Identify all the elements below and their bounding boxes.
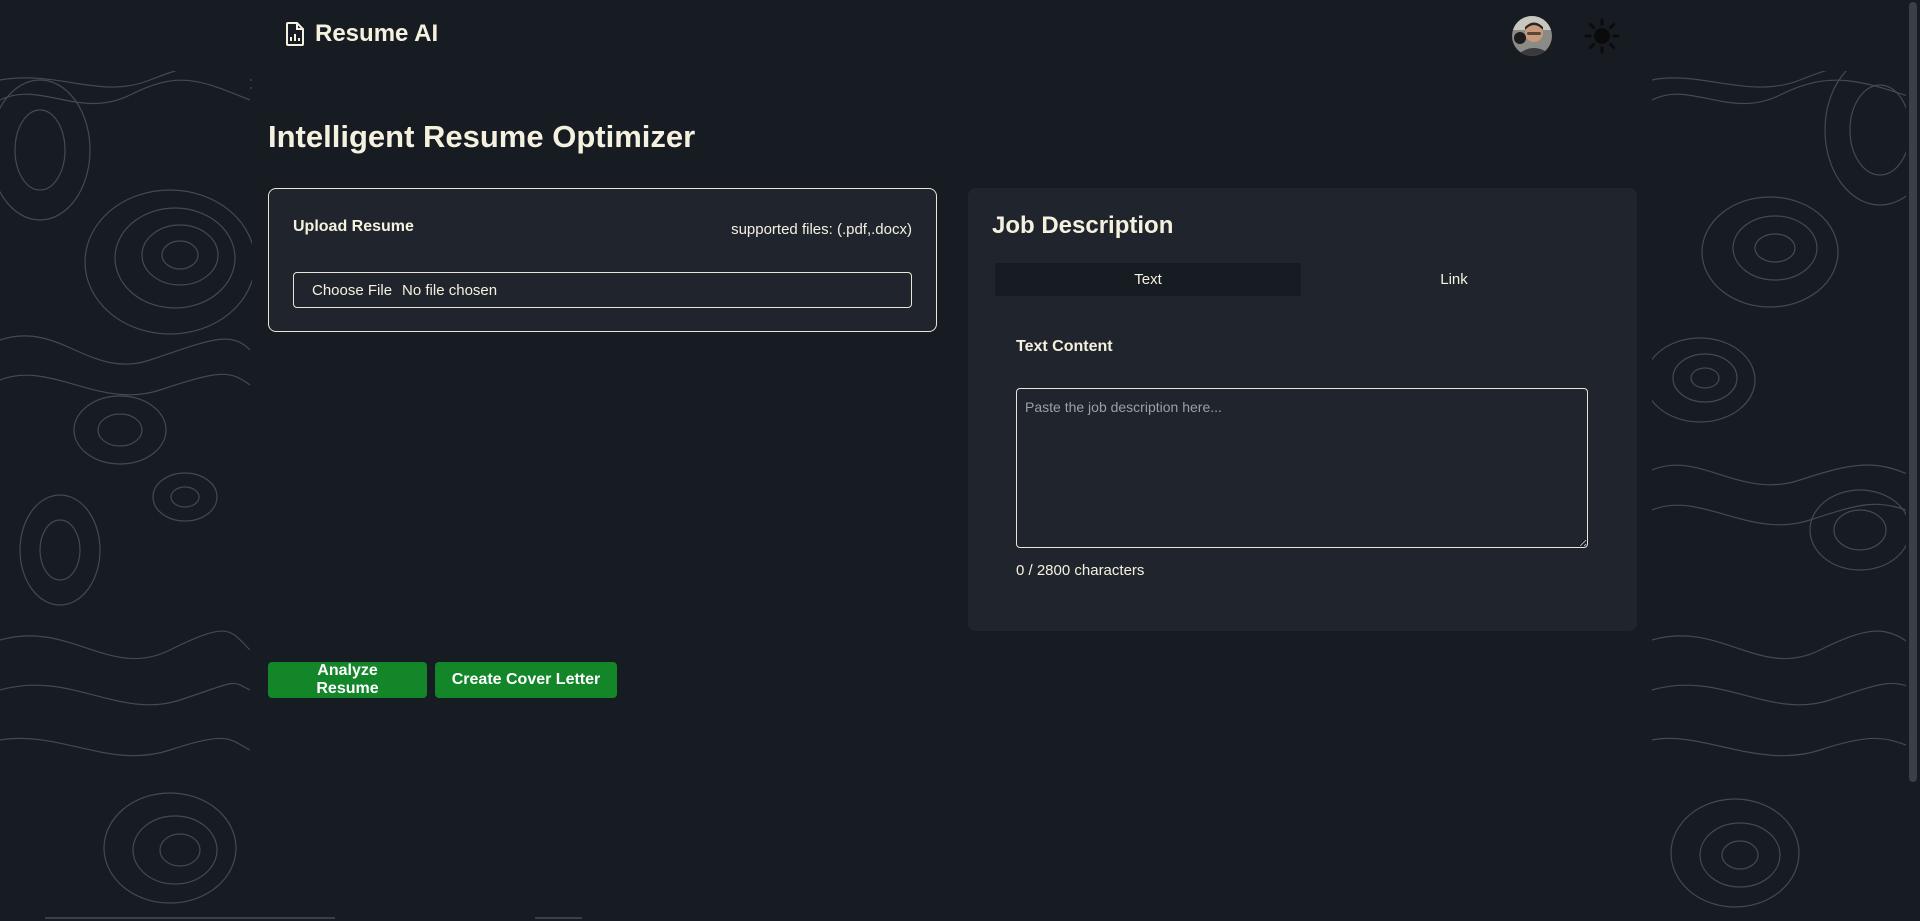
bottom-scroll-indicator-2 [535, 917, 582, 919]
file-status: No file chosen [402, 281, 498, 299]
job-description-tabs: Text Link [995, 263, 1607, 296]
text-content-label: Text Content [1016, 338, 1113, 355]
bottom-scroll-indicator [45, 917, 335, 919]
analyze-resume-button[interactable]: Analyze Resume [268, 662, 427, 698]
user-avatar[interactable] [1512, 16, 1552, 56]
page-title: Intelligent Resume Optimizer [268, 119, 696, 154]
create-cover-letter-button[interactable]: Create Cover Letter [435, 662, 617, 698]
choose-file-button[interactable]: Choose File [312, 282, 392, 299]
job-description-title: Job Description [992, 212, 1174, 239]
resume-file-input[interactable]: Choose File No file chosen [293, 272, 912, 308]
sun-icon [1584, 18, 1620, 54]
app-name: Resume AI [315, 20, 439, 47]
top-header: Resume AI [0, 0, 1920, 71]
app-logo[interactable]: Resume AI [285, 20, 438, 48]
job-description-textarea[interactable] [1016, 388, 1588, 548]
scrollbar-thumb[interactable] [1909, 2, 1917, 782]
page-scrollbar[interactable] [1906, 0, 1920, 921]
job-description-card: Job Description Text Link Text Content 0… [968, 188, 1637, 631]
supported-files-note: supported files: (.pdf,.docx) [731, 221, 912, 238]
theme-toggle-button[interactable] [1582, 16, 1622, 56]
avatar-image [1512, 16, 1552, 56]
upload-title: Upload Resume [293, 218, 414, 235]
main-content: Intelligent Resume Optimizer Upload Resu… [252, 71, 1652, 921]
tab-link[interactable]: Link [1301, 263, 1607, 296]
tab-text[interactable]: Text [995, 263, 1301, 296]
file-chart-icon [286, 22, 304, 46]
upload-resume-card: Upload Resume supported files: (.pdf,.do… [268, 188, 937, 332]
character-count: 0 / 2800 characters [1016, 562, 1145, 579]
